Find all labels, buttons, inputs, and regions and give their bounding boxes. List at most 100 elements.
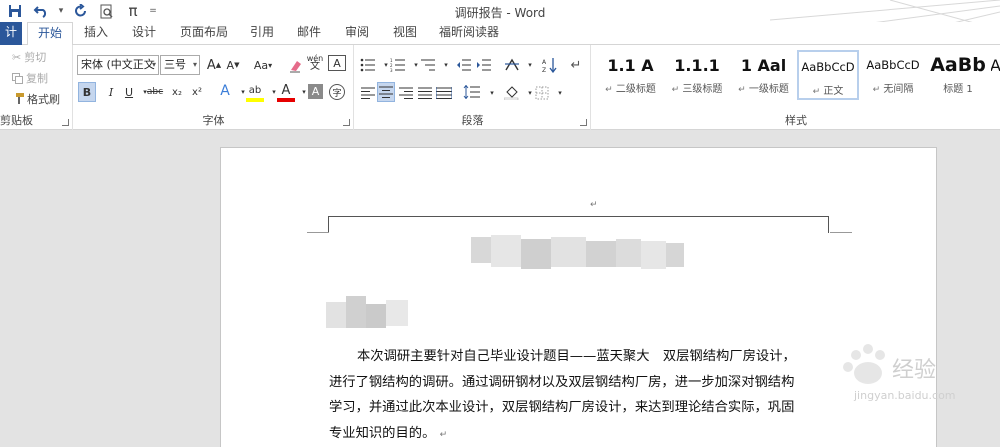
tab-review[interactable]: 审阅 — [337, 22, 377, 45]
justify-icon[interactable] — [416, 83, 434, 103]
superscript-button[interactable]: x² — [188, 82, 206, 102]
body-line: 本次调研主要针对自己毕业设计题目——蓝天聚大 双层钢结构厂房设计， — [357, 349, 796, 364]
chinese-layout-dropdown-icon[interactable]: ▾ — [521, 55, 539, 75]
bullets-icon[interactable] — [359, 55, 377, 75]
ribbon: ✂ 剪切 复制 格式刷 剪贴板 宋体 (中文正文 ▾ 三号 ▾ A▲ A▼ — [0, 45, 1000, 130]
body-paragraph[interactable]: 本次调研主要针对自己毕业设计题目——蓝天聚大 双层钢结构厂房设计， 进行了钢结构… — [329, 344, 831, 447]
line-spacing-icon[interactable] — [463, 82, 481, 102]
strikethrough-button[interactable]: abc — [146, 82, 164, 102]
font-size-select[interactable]: 三号 ▾ — [160, 55, 200, 75]
tab-mailings[interactable]: 邮件 — [289, 22, 329, 45]
bold-button[interactable]: B — [78, 82, 96, 102]
grow-font-button[interactable]: A ▲ — [205, 55, 223, 75]
clipboard-launcher-icon[interactable] — [62, 119, 69, 126]
style-sample: AaBbCcD — [866, 58, 920, 72]
tab-references[interactable]: 引用 — [242, 22, 282, 45]
style-heading-2[interactable]: 1.1 A ↵ 二级标题 — [598, 50, 663, 100]
multilevel-list-icon[interactable] — [419, 55, 437, 75]
cut-label: 剪切 — [24, 51, 47, 64]
styles-gallery: 1.1 A ↵ 二级标题 1.1.1 ↵ 三级标题 1 Aal ↵ 一级标题 A… — [598, 50, 1000, 100]
tab-home[interactable]: 开始 — [27, 22, 73, 46]
tab-insert[interactable]: 插入 — [76, 22, 116, 45]
change-case-button[interactable]: Aa ▾ — [249, 55, 277, 75]
style-no-spacing[interactable]: AaBbCcD ↵ 无间隔 — [861, 50, 925, 100]
watermark-url: jingyan.baidu.com — [853, 389, 956, 402]
paragraph-group: ▾ 123 ▾ ▾ ▾ AZ ↵ ▾ ▾ ▾ 段落 — [355, 45, 591, 130]
style-sample: 1.1.1 — [674, 55, 720, 75]
paragraph-launcher-icon[interactable] — [580, 119, 587, 126]
styles-group-label: 样式 — [785, 114, 807, 127]
style-name: ↵ 三级标题 — [671, 84, 723, 95]
style-heading-1-alt[interactable]: AaBb 标题 1 — [926, 50, 990, 100]
character-border-button[interactable]: A — [328, 55, 346, 71]
watermark-text: 经验 — [892, 358, 936, 383]
text-effects-button[interactable]: A — [216, 81, 234, 101]
header-border — [328, 216, 829, 233]
sort-icon[interactable]: AZ — [541, 55, 559, 75]
character-shading-button[interactable]: A — [308, 84, 323, 99]
margin-corner-right — [830, 232, 852, 233]
clear-formatting-icon[interactable] — [286, 55, 304, 75]
enclose-characters-button[interactable]: 字 — [329, 84, 345, 100]
copy-label: 复制 — [26, 72, 48, 85]
body-line: 专业知识的目的。 ↵ — [329, 425, 448, 441]
font-color-button[interactable]: A — [277, 82, 295, 102]
numbering-icon[interactable]: 123 — [389, 55, 407, 75]
body-line: 学习，并通过此次本业设计，双层钢结构厂房设计，来达到理论结合实际，巩固 — [329, 400, 795, 415]
font-group-label: 字体 — [202, 114, 225, 127]
format-painter-icon — [12, 93, 24, 105]
style-sample: AaBb — [930, 54, 986, 76]
style-heading-3[interactable]: 1.1.1 ↵ 三级标题 — [664, 50, 730, 100]
subscript-button[interactable]: x₂ — [168, 82, 186, 102]
borders-dropdown-icon[interactable]: ▾ — [551, 83, 569, 103]
style-normal[interactable]: AaBbCcD ↵ 正文 — [797, 50, 859, 100]
style-sample: AaBbCcD — [801, 60, 855, 74]
svg-text:Z: Z — [542, 67, 546, 73]
align-center-icon[interactable] — [377, 82, 395, 102]
chevron-down-icon: ▾ — [192, 60, 197, 69]
margin-corner-left — [307, 232, 329, 233]
style-heading-1[interactable]: 1 Aal ↵ 一级标题 — [731, 50, 796, 100]
tab-file[interactable]: 计 — [0, 22, 22, 45]
window-title: 调研报告 - Word — [454, 6, 546, 20]
cut-button[interactable]: ✂ 剪切 — [12, 49, 46, 65]
format-painter-button[interactable]: 格式刷 — [12, 91, 60, 107]
font-group: 宋体 (中文正文 ▾ 三号 ▾ A ▲ A ▼ Aa ▾ wén 文 A B I U ▾… — [74, 45, 354, 130]
font-launcher-icon[interactable] — [343, 119, 350, 126]
style-more[interactable]: A — [991, 50, 1000, 100]
baidu-jingyan-watermark: 经验 jingyan.baidu.com — [843, 344, 956, 402]
distribute-icon[interactable] — [435, 83, 453, 103]
align-left-icon[interactable] — [359, 83, 377, 103]
redacted-title — [471, 235, 684, 269]
tab-foxit-reader[interactable]: 福昕阅读器 — [433, 22, 505, 45]
body-line: 进行了钢结构的调研。通过调研钢材以及双层钢结构厂房，进一步加深对钢结构 — [329, 374, 795, 390]
scissors-icon: ✂ — [12, 50, 22, 64]
style-sample: A — [991, 55, 1000, 75]
font-name-select[interactable]: 宋体 (中文正文 ▾ — [77, 55, 159, 75]
copy-button[interactable]: 复制 — [12, 70, 48, 86]
style-name: ↵ 一级标题 — [738, 84, 789, 95]
increase-indent-icon[interactable] — [475, 55, 493, 75]
phonetic-guide-button[interactable]: wén 文 — [306, 53, 324, 73]
redacted-subtitle — [326, 296, 408, 328]
tab-page-layout[interactable]: 页面布局 — [174, 22, 234, 45]
line-spacing-dropdown-icon[interactable]: ▾ — [483, 83, 501, 103]
shrink-font-button[interactable]: A ▼ — [224, 55, 242, 75]
borders-icon[interactable] — [533, 83, 551, 103]
align-right-icon[interactable] — [397, 83, 415, 103]
show-marks-icon[interactable]: ↵ — [567, 55, 585, 75]
highlight-button[interactable]: ab — [246, 82, 264, 102]
paragraph-return-mark: ↵ — [439, 429, 448, 440]
font-size-value: 三号 — [164, 58, 186, 71]
multilevel-dropdown-icon[interactable]: ▾ — [437, 55, 455, 75]
italic-button[interactable]: I — [102, 82, 120, 102]
copy-icon — [12, 72, 23, 84]
chinese-layout-icon[interactable] — [503, 55, 521, 75]
decrease-indent-icon[interactable] — [455, 55, 473, 75]
document-page[interactable]: ↵ 本次调研主要针对自己毕业设计题目——蓝天聚大 双层钢结构厂房设计， 进行了钢… — [220, 147, 937, 447]
tab-view[interactable]: 视图 — [385, 22, 425, 45]
style-name: ↵ 无间隔 — [872, 84, 914, 95]
paragraph-shading-icon[interactable] — [503, 82, 521, 102]
svg-text:3: 3 — [390, 68, 393, 72]
tab-design[interactable]: 设计 — [124, 22, 164, 45]
